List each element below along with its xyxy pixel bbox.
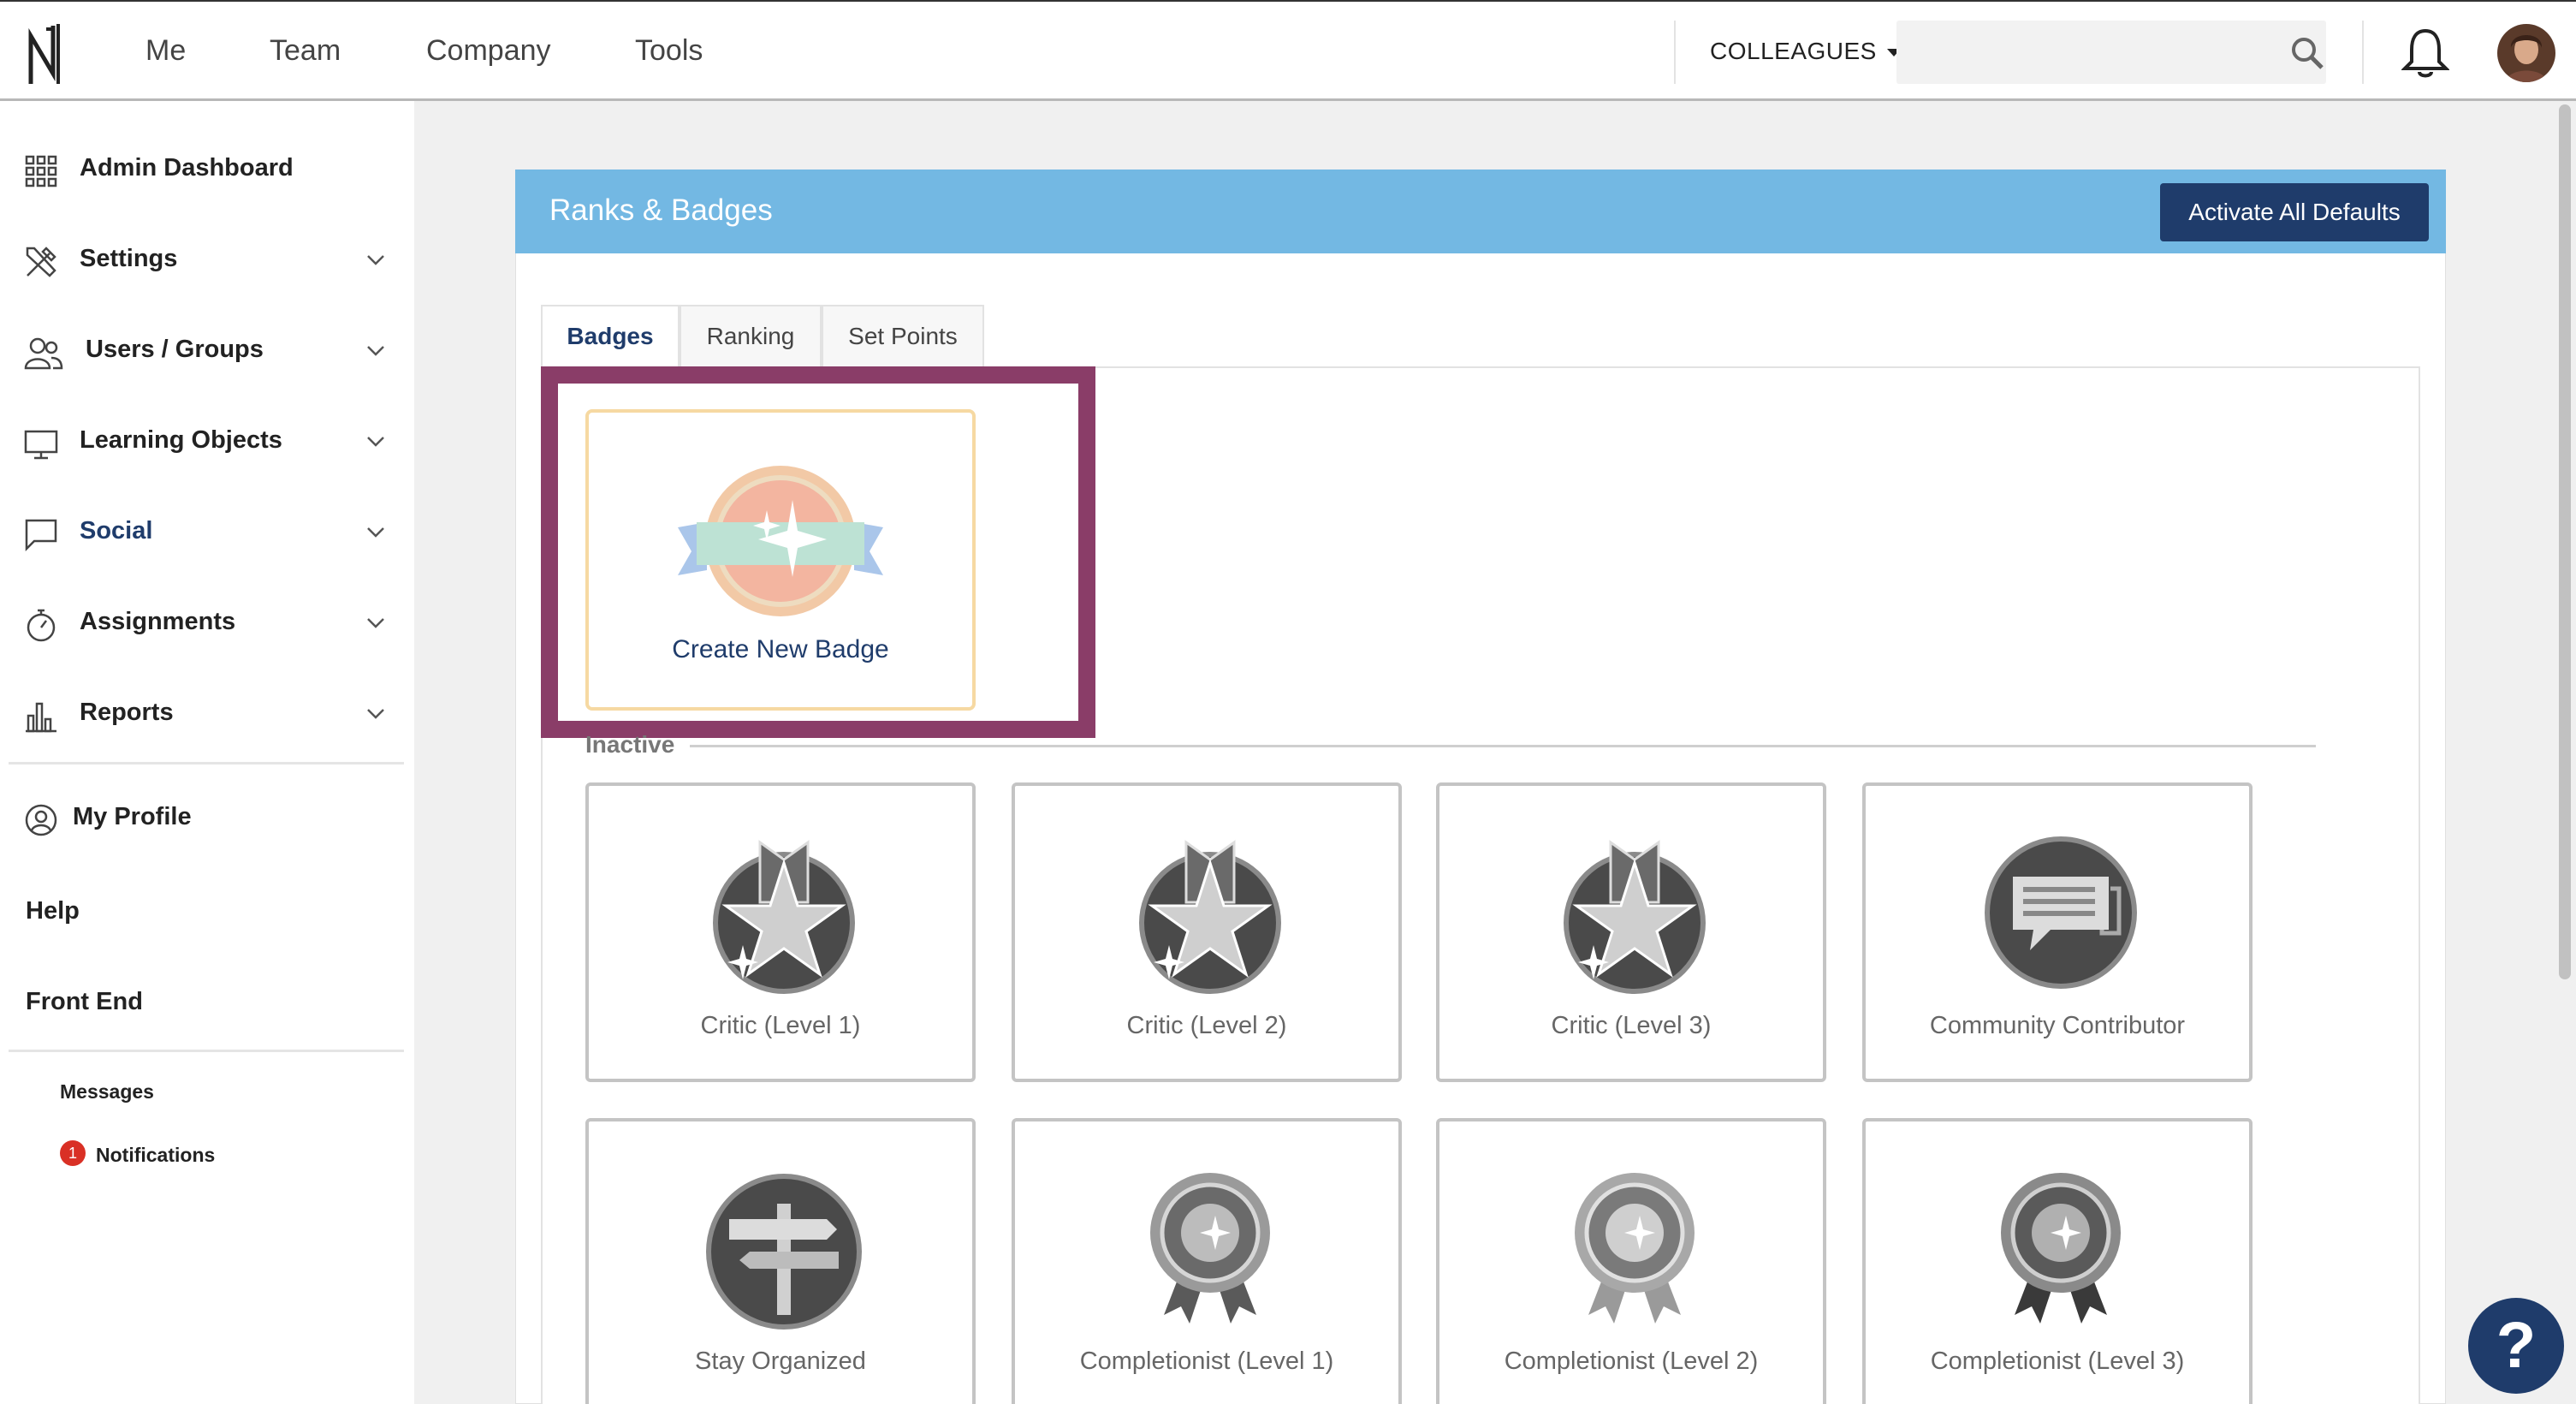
badge-card-community-contributor[interactable]: Community Contributor — [1862, 782, 2253, 1082]
badge-star-icon — [678, 466, 883, 616]
sidebar-item-notifications[interactable]: Notifications — [96, 1144, 215, 1167]
sidebar-item-label: Users / Groups — [86, 336, 264, 363]
bar-chart-icon — [26, 702, 56, 733]
search-input[interactable] — [1896, 21, 2326, 84]
search-icon[interactable] — [2290, 36, 2324, 70]
badge-name: Stay Organized — [695, 1347, 866, 1375]
badge-card-critic-level-3[interactable]: Critic (Level 3) — [1436, 782, 1826, 1082]
sidebar-item-my-profile[interactable]: My Profile — [0, 786, 402, 854]
sidebar-item-admin-dashboard[interactable]: Admin Dashboard — [0, 137, 402, 205]
help-button[interactable]: ? — [2468, 1298, 2564, 1394]
rosette-icon — [1150, 1173, 1270, 1324]
colleagues-label: COLLEAGUES — [1710, 38, 1877, 64]
bell-icon[interactable] — [2401, 27, 2449, 79]
chevron-down-icon — [367, 709, 384, 719]
badge-card-completionist-level-3[interactable]: Completionist (Level 3) — [1862, 1118, 2253, 1404]
tools-icon — [26, 247, 56, 277]
badge-card-critic-level-2[interactable]: Critic (Level 2) — [1012, 782, 1402, 1082]
badge-name: Critic (Level 3) — [1551, 1012, 1712, 1039]
nav-link-tools[interactable]: Tools — [635, 34, 703, 68]
sidebar-item-label: Learning Objects — [80, 426, 282, 454]
badge-name: Completionist (Level 1) — [1079, 1347, 1334, 1375]
nav-divider — [2362, 21, 2364, 84]
activate-all-defaults-button[interactable]: Activate All Defaults — [2160, 183, 2429, 241]
tab-ranking[interactable]: Ranking — [680, 305, 822, 368]
page-title: Ranks & Badges — [549, 193, 773, 227]
tab-badges[interactable]: Badges — [541, 305, 680, 368]
sidebar-item-front-end[interactable]: Front End — [26, 988, 143, 1016]
sidebar-item-label: Reports — [80, 699, 174, 726]
chevron-down-icon — [367, 437, 384, 447]
rosette-icon — [2001, 1173, 2121, 1324]
badge-name: Critic (Level 1) — [700, 1012, 861, 1039]
profile-icon — [25, 804, 57, 836]
panel-header — [515, 170, 2446, 253]
section-divider — [690, 745, 2316, 747]
nav-divider — [1674, 21, 1676, 84]
sidebar-item-users-groups[interactable]: Users / Groups — [0, 318, 402, 387]
badge-name: Critic (Level 2) — [1126, 1012, 1287, 1039]
sidebar — [0, 101, 414, 1404]
badge-name: Community Contributor — [1929, 1012, 2186, 1039]
sidebar-item-label: Settings — [80, 245, 178, 272]
tab-set-points[interactable]: Set Points — [822, 305, 984, 368]
speech-bubble-icon — [1985, 836, 2137, 989]
sidebar-item-label: Social — [80, 517, 153, 544]
logo-icon[interactable] — [26, 21, 68, 86]
sidebar-item-learning-objects[interactable]: Learning Objects — [0, 409, 402, 478]
sidebar-item-settings[interactable]: Settings — [0, 228, 402, 296]
sidebar-item-reports[interactable]: Reports — [0, 681, 402, 750]
sidebar-item-social[interactable]: Social — [0, 500, 402, 568]
critic-star-icon — [713, 840, 855, 994]
badge-card-completionist-level-2[interactable]: Completionist (Level 2) — [1436, 1118, 1826, 1404]
nav-link-team[interactable]: Team — [270, 34, 341, 68]
chevron-down-icon — [367, 618, 384, 628]
rosette-icon — [1575, 1173, 1695, 1324]
badge-name: Completionist (Level 2) — [1504, 1347, 1759, 1375]
notification-count-badge: 1 — [60, 1140, 86, 1166]
grid-icon — [25, 155, 57, 187]
badge-card-completionist-level-1[interactable]: Completionist (Level 1) — [1012, 1118, 1402, 1404]
chevron-down-icon — [367, 527, 384, 538]
critic-star-icon — [1564, 840, 1706, 994]
colleagues-dropdown[interactable]: COLLEAGUES — [1710, 38, 1902, 65]
create-new-badge-label: Create New Badge — [672, 635, 889, 663]
nav-link-me[interactable]: Me — [145, 34, 186, 68]
sidebar-item-label: Admin Dashboard — [80, 154, 294, 181]
user-photo-icon — [2497, 24, 2555, 82]
sidebar-item-messages[interactable]: Messages — [60, 1080, 154, 1104]
badge-name: Completionist (Level 3) — [1930, 1347, 2185, 1375]
nav-link-company[interactable]: Company — [426, 34, 551, 68]
sidebar-divider — [9, 762, 404, 764]
page-scrollbar[interactable] — [2559, 104, 2571, 979]
badge-card-critic-level-1[interactable]: Critic (Level 1) — [585, 782, 976, 1082]
chevron-down-icon — [367, 255, 384, 265]
avatar[interactable] — [2497, 24, 2555, 82]
top-navigation-bar: Me Team Company Tools COLLEAGUES — [0, 0, 2576, 101]
users-icon — [24, 337, 63, 370]
badge-card-stay-organized[interactable]: Stay Organized — [585, 1118, 976, 1404]
sidebar-item-assignments[interactable]: Assignments — [0, 591, 402, 659]
chevron-down-icon — [367, 346, 384, 356]
section-label-inactive: Inactive — [585, 731, 675, 758]
signpost-icon — [706, 1174, 862, 1330]
sidebar-item-help[interactable]: Help — [26, 897, 80, 925]
sidebar-item-label: Assignments — [80, 608, 236, 635]
stopwatch-icon — [27, 609, 56, 642]
monitor-icon — [24, 430, 58, 460]
sidebar-divider — [9, 1050, 404, 1052]
chat-icon — [25, 519, 57, 551]
critic-star-icon — [1139, 840, 1281, 994]
sidebar-item-label: My Profile — [73, 803, 192, 830]
